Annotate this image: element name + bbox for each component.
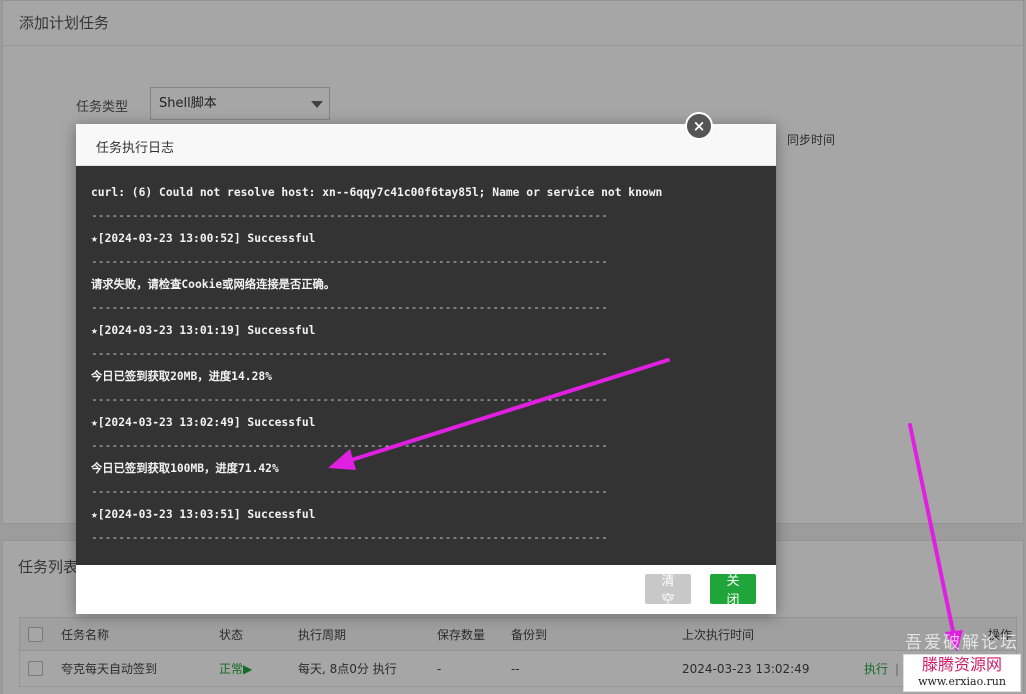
clear-button[interactable]: 清空 [645,574,691,608]
modal-title: 任务执行日志 [96,141,175,156]
log-line: ★[2024-03-23 13:03:51] Successful [91,508,316,521]
log-separator: ----------------------------------------… [91,347,608,360]
log-separator: ----------------------------------------… [91,255,608,268]
log-line: ★[2024-03-23 13:02:49] Successful [91,416,316,429]
log-line: 今日已签到获取100MB，进度71.42% [91,462,279,475]
watermark-url: www.erxiao.run [918,675,1006,688]
log-line: 今日已签到获取20MB，进度14.28% [91,370,272,383]
log-separator: ----------------------------------------… [91,531,608,544]
watermark-name: 滕腾资源网 [921,655,1002,674]
close-icon[interactable]: × [685,112,713,140]
log-separator: ----------------------------------------… [91,301,608,314]
modal-header: 任务执行日志 [76,124,776,166]
task-log-modal: 任务执行日志 curl: (6) Could not resolve host:… [76,124,776,614]
log-line: 请求失败，请检查Cookie或网络连接是否正确。 [91,278,336,291]
close-button[interactable]: 关闭 [710,574,756,608]
modal-footer: 清空 关闭 [76,565,776,614]
log-output[interactable]: curl: (6) Could not resolve host: xn--6q… [76,166,776,565]
log-separator: ----------------------------------------… [91,393,608,406]
log-line: ★[2024-03-23 13:01:19] Successful [91,324,316,337]
forum-watermark-text: 吾爱破解论坛 [905,633,1019,653]
log-line: ★[2024-03-23 13:00:52] Successful [91,232,316,245]
log-separator: ----------------------------------------… [91,209,608,222]
log-line: curl: (6) Could not resolve host: xn--6q… [91,186,663,199]
site-watermark: 滕腾资源网 www.erxiao.run [903,654,1021,692]
log-separator: ----------------------------------------… [91,439,608,452]
log-separator: ----------------------------------------… [91,485,608,498]
